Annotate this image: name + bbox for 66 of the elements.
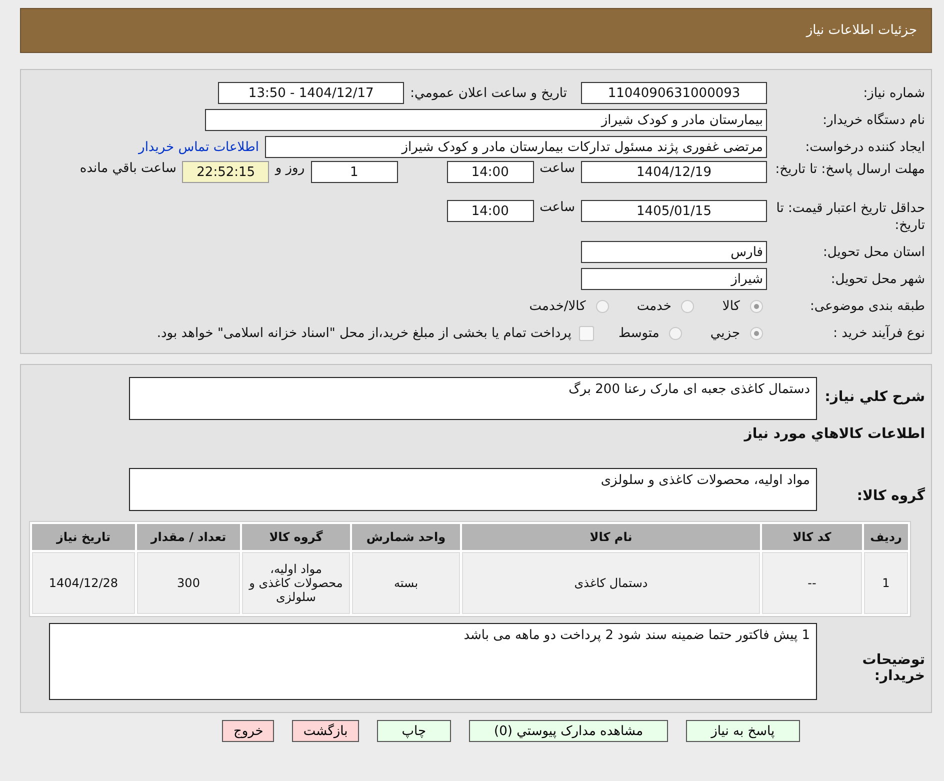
description-textarea[interactable]: دستمال کاغذی جعبه ای مارک رعنا 200 برگ: [129, 377, 817, 420]
buyer-field[interactable]: بیمارستان مادر و کودک شیراز: [205, 109, 767, 131]
column-header: واحد شمارش: [352, 524, 460, 550]
field-label: مهلت ارسال پاسخ: تا تاریخ:: [774, 161, 925, 178]
field-label: حداقل تاریخ اعتبار قیمت: تا تاریخ:: [775, 200, 925, 234]
remaining-time-field[interactable]: 22:52:15: [182, 161, 270, 183]
deadline-date-field[interactable]: 1404/12/19: [581, 161, 767, 183]
action-button[interactable]: چاپ: [376, 720, 451, 742]
action-button[interactable]: مشاهده مدارک پیوستي (0): [469, 720, 668, 742]
deadline-time-field[interactable]: 14:00: [446, 161, 534, 183]
action-button[interactable]: پاسخ به نیاز: [686, 720, 800, 742]
radio-button[interactable]: [596, 300, 609, 312]
column-header: تاریخ نیاز: [32, 524, 135, 550]
option-label: خدمت: [636, 298, 672, 314]
remaining-label: ساعت باقي مانده: [80, 161, 176, 176]
table-cell: 1: [864, 552, 908, 614]
option-label: جزيي: [710, 326, 740, 340]
field-label: گروه کالا:: [856, 486, 925, 504]
need-number-field[interactable]: 1104090631000093: [581, 82, 767, 104]
time-label: ساعت: [540, 200, 575, 215]
days-field[interactable]: 1: [310, 161, 398, 183]
field-label: طبقه بندی موضوعی:: [808, 298, 925, 314]
field-label: ایجاد کننده درخواست:: [804, 140, 925, 154]
column-header: کد کالا: [762, 524, 862, 550]
option-label: کالا: [722, 298, 740, 314]
column-header: تعداد / مقدار: [137, 524, 240, 550]
time-label: ساعت: [540, 161, 575, 176]
validity-date-field[interactable]: 1405/01/15: [581, 200, 767, 222]
page-title: جزئیات اطلاعات نیاز: [806, 23, 917, 38]
checkbox[interactable]: [579, 326, 594, 340]
table-cell: --: [762, 552, 862, 614]
requester-field[interactable]: مرتضی غفوری پژند مسئول تدارکات بیمارستان مادر و کودک شیراز: [265, 136, 767, 158]
field-label: شماره نیاز:: [862, 86, 925, 100]
field-label: نوع فرآیند خرید :: [832, 326, 925, 340]
radio-button[interactable]: [750, 326, 763, 340]
radio-button[interactable]: [669, 326, 682, 340]
field-label: نام دستگاه خریدار:: [822, 112, 925, 128]
buyer-contact-link[interactable]: اطلاعات تماس خریدار: [138, 140, 259, 154]
table-cell: 1404/12/28: [32, 552, 135, 614]
field-label: استان محل تحویل:: [822, 244, 925, 260]
option-label: متوسط: [618, 326, 660, 340]
goods-group-textarea[interactable]: مواد اولیه، محصولات کاغذی و سلولزی: [129, 468, 817, 511]
column-header: ردیف: [864, 524, 908, 550]
column-header: گروه کالا: [242, 524, 350, 550]
province-field[interactable]: فارس: [581, 241, 767, 263]
field-label: تاریخ و ساعت اعلان عمومي:: [410, 86, 567, 100]
table-cell: دستمال کاغذی: [462, 552, 760, 614]
days-label: روز و: [275, 161, 305, 176]
radio-button[interactable]: [750, 300, 763, 312]
field-label: شرح کلي نیاز:: [824, 388, 925, 405]
column-header: نام کالا: [462, 524, 760, 550]
notes-textarea[interactable]: 1 پیش فاکتور حتما ضمینه سند شود 2 پرداخت دو ماهه می باشد: [49, 623, 817, 700]
radio-button[interactable]: [681, 300, 694, 312]
validity-time-field[interactable]: 14:00: [446, 200, 534, 222]
table-cell: بسته: [352, 552, 460, 614]
option-label: کالا/خدمت: [529, 298, 586, 314]
action-button[interactable]: بازگشت: [292, 720, 359, 742]
section-heading: اطلاعات کالاهاي مورد نیاز: [742, 426, 925, 442]
city-field[interactable]: شیراز: [581, 268, 767, 290]
field-label: توضیحات خریدار:: [861, 650, 925, 684]
table-cell: مواد اولیه، محصولات کاغذی و سلولزی: [242, 552, 350, 614]
action-button[interactable]: خروج: [222, 720, 274, 742]
field-label: شهر محل تحویل:: [830, 272, 925, 286]
checkbox-label: پرداخت تمام یا بخشی از مبلغ خرید،از محل "اسناد خزانه اسلامی" خواهد بود.: [156, 326, 572, 340]
announce-date-field[interactable]: 1404/12/17 - 13:50: [218, 82, 404, 104]
table-cell: 300: [137, 552, 240, 614]
